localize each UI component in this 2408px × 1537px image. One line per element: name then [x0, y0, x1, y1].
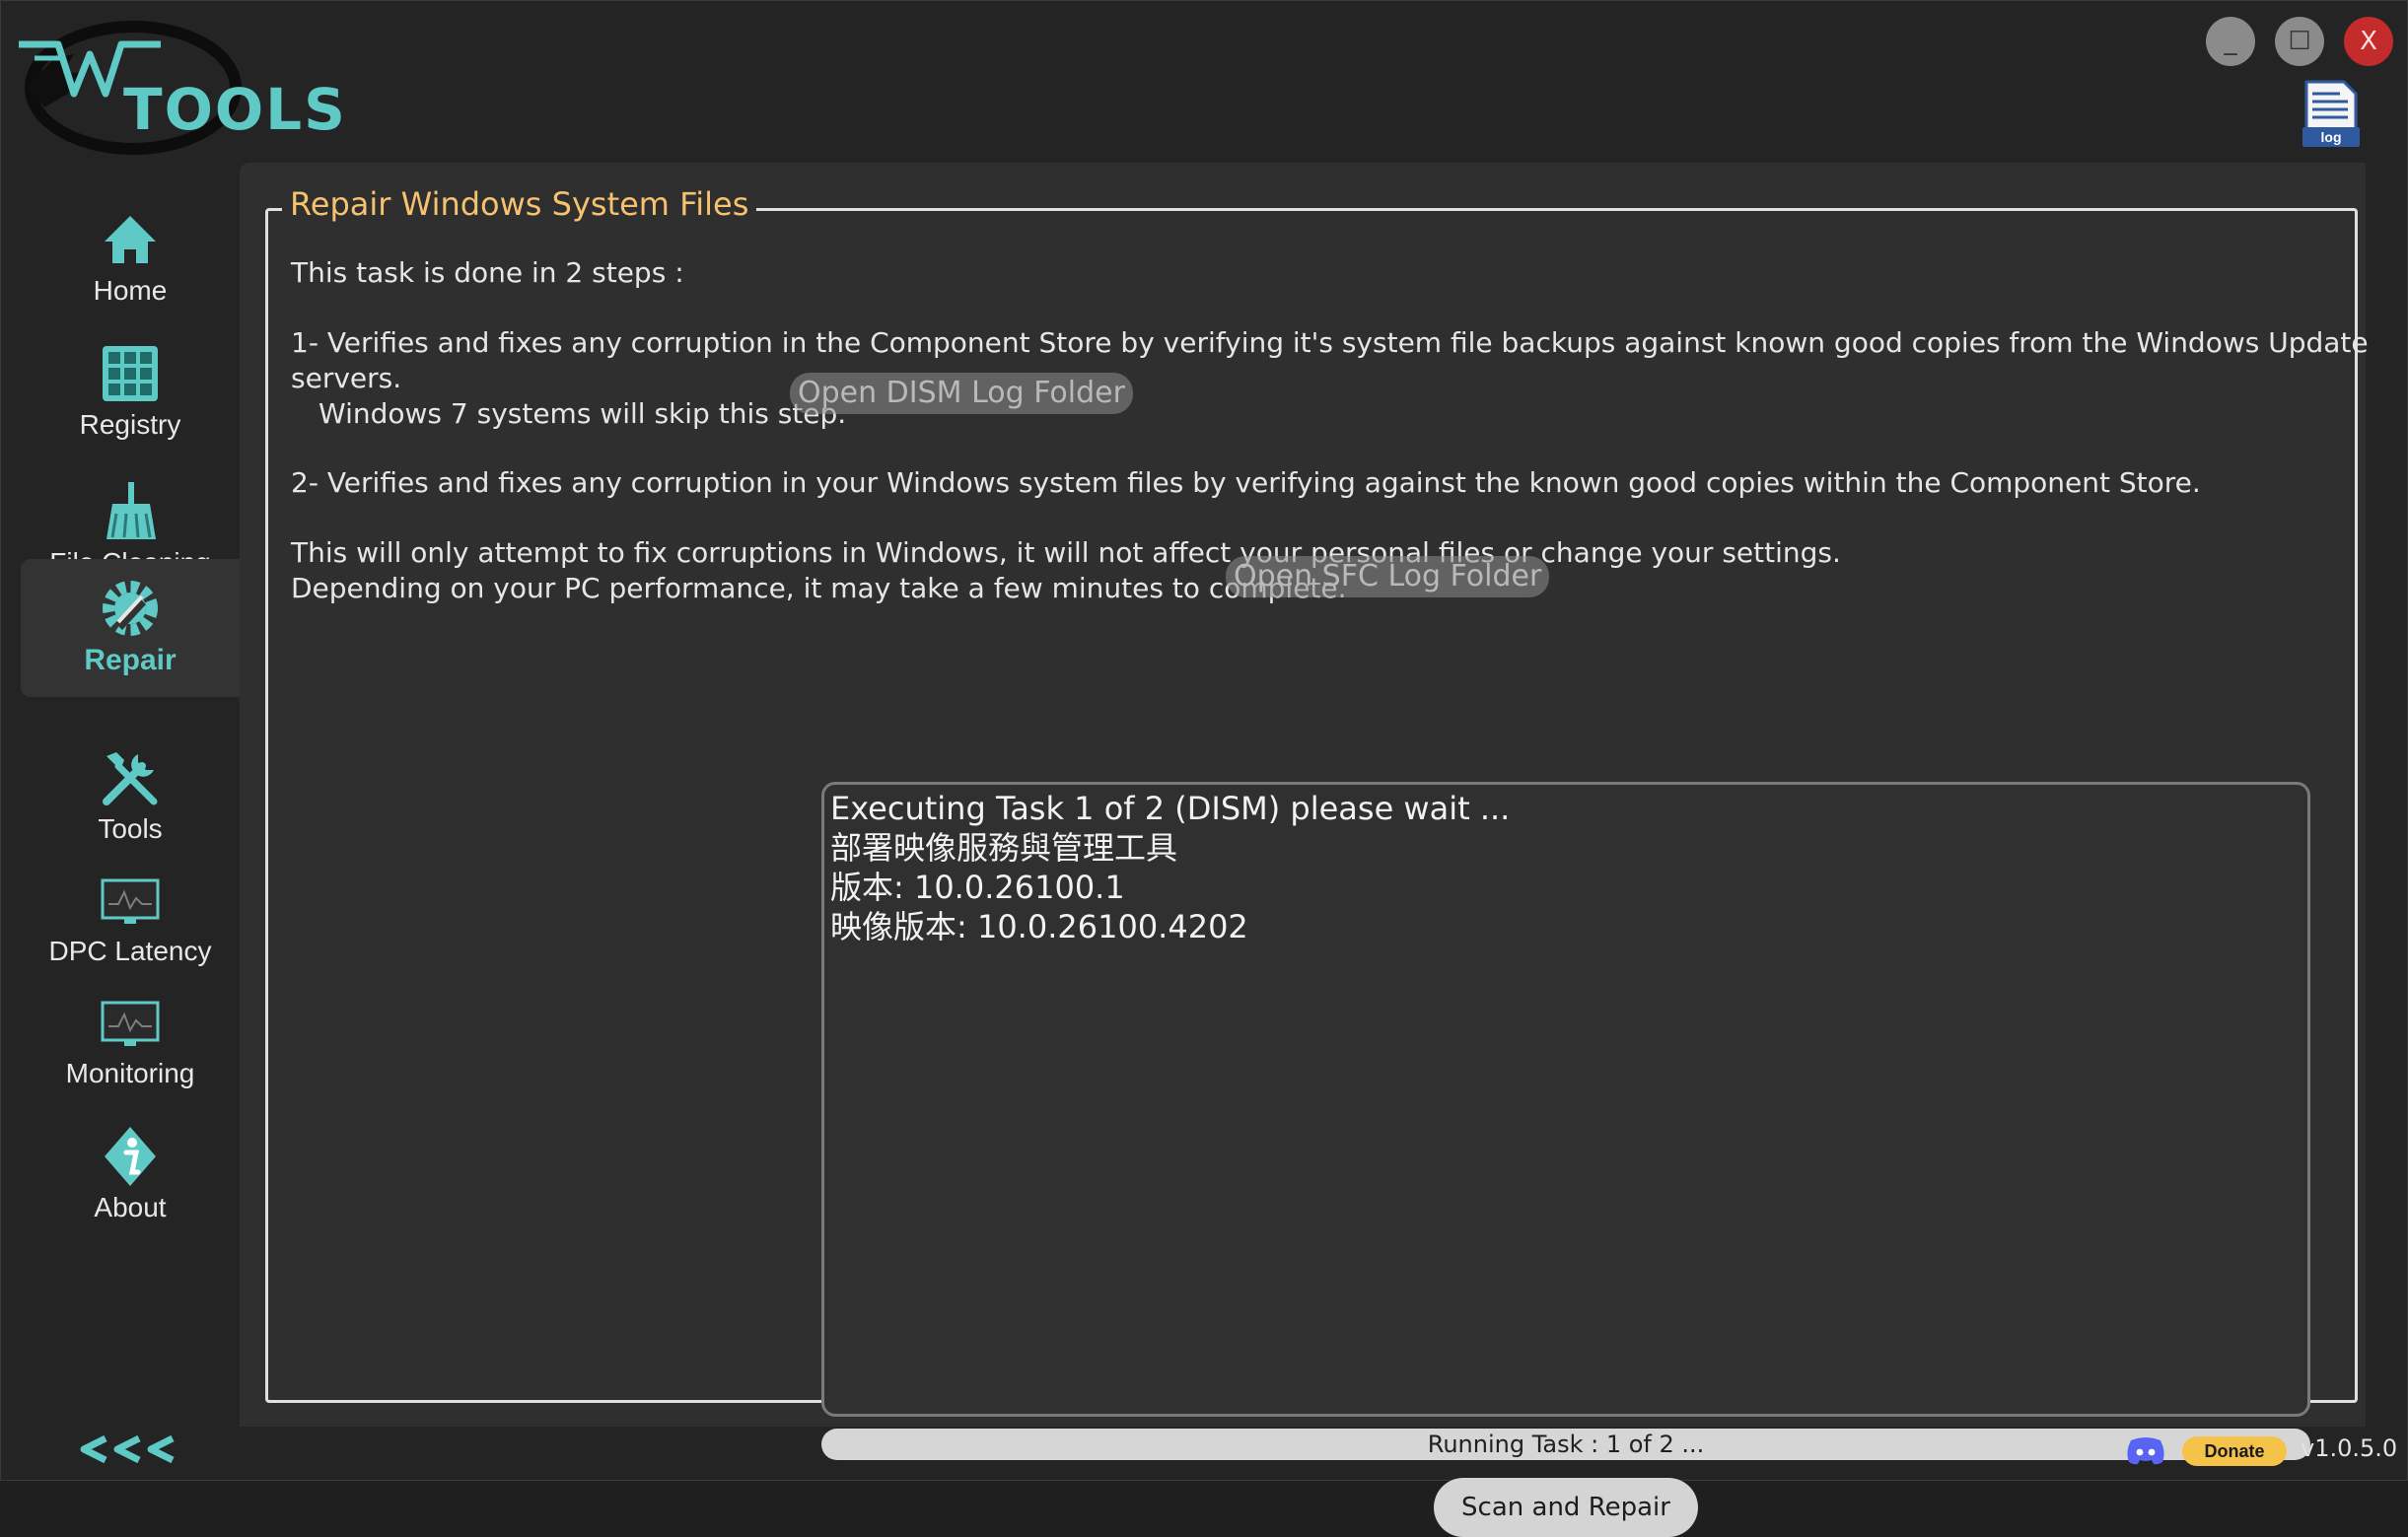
log-file-button[interactable]: log — [2301, 80, 2362, 153]
sidebar-item-label: Tools — [98, 813, 163, 844]
sidebar-item-registry[interactable]: Registry — [21, 322, 240, 460]
step2-text: 2- Verifies and fixes any corruption in … — [291, 466, 2201, 499]
collapse-arrows-icon — [80, 1434, 175, 1464]
app-window: TOOLS _ ☐ X log Home Registry Repair Too… — [0, 0, 2408, 1537]
sidebar-item-label: Repair — [84, 644, 177, 676]
output-console[interactable]: Executing Task 1 of 2 (DISM) please wait… — [821, 782, 2310, 1417]
step1-text-line3: Windows 7 systems will skip this step. — [319, 397, 847, 430]
sidebar-item-label: Home — [93, 275, 168, 306]
monitor-icon — [101, 1001, 160, 1046]
task-progress-bar: Running Task : 1 of 2 ... — [821, 1429, 2310, 1460]
sidebar-item-about[interactable]: About — [21, 1105, 240, 1243]
info-icon — [105, 1127, 156, 1186]
log-label: log — [2321, 129, 2342, 145]
progress-text: Running Task : 1 of 2 ... — [1427, 1431, 1705, 1458]
minimize-icon: _ — [2224, 27, 2237, 56]
note-text-line2: Depending on your PC performance, it may… — [291, 572, 1347, 604]
minimize-button[interactable]: _ — [2206, 17, 2255, 66]
console-line: 部署映像服務與管理工具 — [830, 829, 1178, 867]
log-file-icon: log — [2302, 80, 2360, 147]
maximize-button[interactable]: ☐ — [2275, 17, 2324, 66]
main-panel: Repair Windows System Files This task is… — [240, 163, 2369, 1537]
monitor-icon — [101, 878, 160, 924]
step1-text-line2: servers. — [291, 362, 402, 394]
note-text-line1: This will only attempt to fix corruption… — [291, 536, 1841, 569]
sidebar-item-tools[interactable]: Tools — [21, 727, 240, 865]
logo-text: TOOLS — [123, 76, 347, 143]
page-title: Repair Windows System Files — [282, 185, 757, 223]
home-icon — [105, 216, 156, 263]
gear-icon — [103, 581, 158, 636]
tools-icon — [103, 752, 158, 805]
app-logo: TOOLS — [15, 15, 345, 159]
close-icon: X — [2360, 27, 2377, 56]
console-line: 映像版本: 10.0.26100.4202 — [830, 908, 1248, 945]
console-line: Executing Task 1 of 2 (DISM) please wait… — [830, 790, 1511, 827]
open-dism-log-folder-button[interactable]: Open DISM Log Folder — [790, 373, 1133, 414]
step1-text-line1: 1- Verifies and fixes any corruption in … — [291, 326, 2369, 359]
maximize-icon: ☐ — [2288, 27, 2311, 56]
intro-text: This task is done in 2 steps : — [291, 256, 684, 289]
donate-button[interactable]: Donate — [2182, 1436, 2287, 1466]
registry-icon — [103, 346, 158, 401]
close-button[interactable]: X — [2344, 17, 2393, 66]
sidebar-item-label: About — [94, 1192, 167, 1223]
sidebar-item-dpc-latency[interactable]: DPC Latency — [21, 849, 240, 987]
discord-button[interactable] — [2125, 1434, 2166, 1466]
version-label: v1.0.5.0 — [2301, 1434, 2398, 1462]
discord-icon — [2127, 1437, 2164, 1465]
collapse-sidebar-button[interactable] — [76, 1432, 184, 1466]
broom-icon — [106, 482, 156, 539]
sidebar-item-label: Registry — [79, 409, 181, 440]
sidebar-item-home[interactable]: Home — [21, 188, 240, 326]
open-sfc-log-folder-button[interactable]: Open SFC Log Folder — [1226, 556, 1550, 597]
sidebar-item-repair[interactable]: Repair — [21, 559, 240, 697]
sidebar-item-label: Monitoring — [65, 1058, 195, 1088]
console-line: 版本: 10.0.26100.1 — [830, 869, 1125, 906]
sidebar-item-monitoring[interactable]: Monitoring — [21, 971, 240, 1109]
scan-and-repair-button[interactable]: Scan and Repair — [1434, 1478, 1698, 1537]
sidebar-item-label: DPC Latency — [48, 936, 212, 966]
